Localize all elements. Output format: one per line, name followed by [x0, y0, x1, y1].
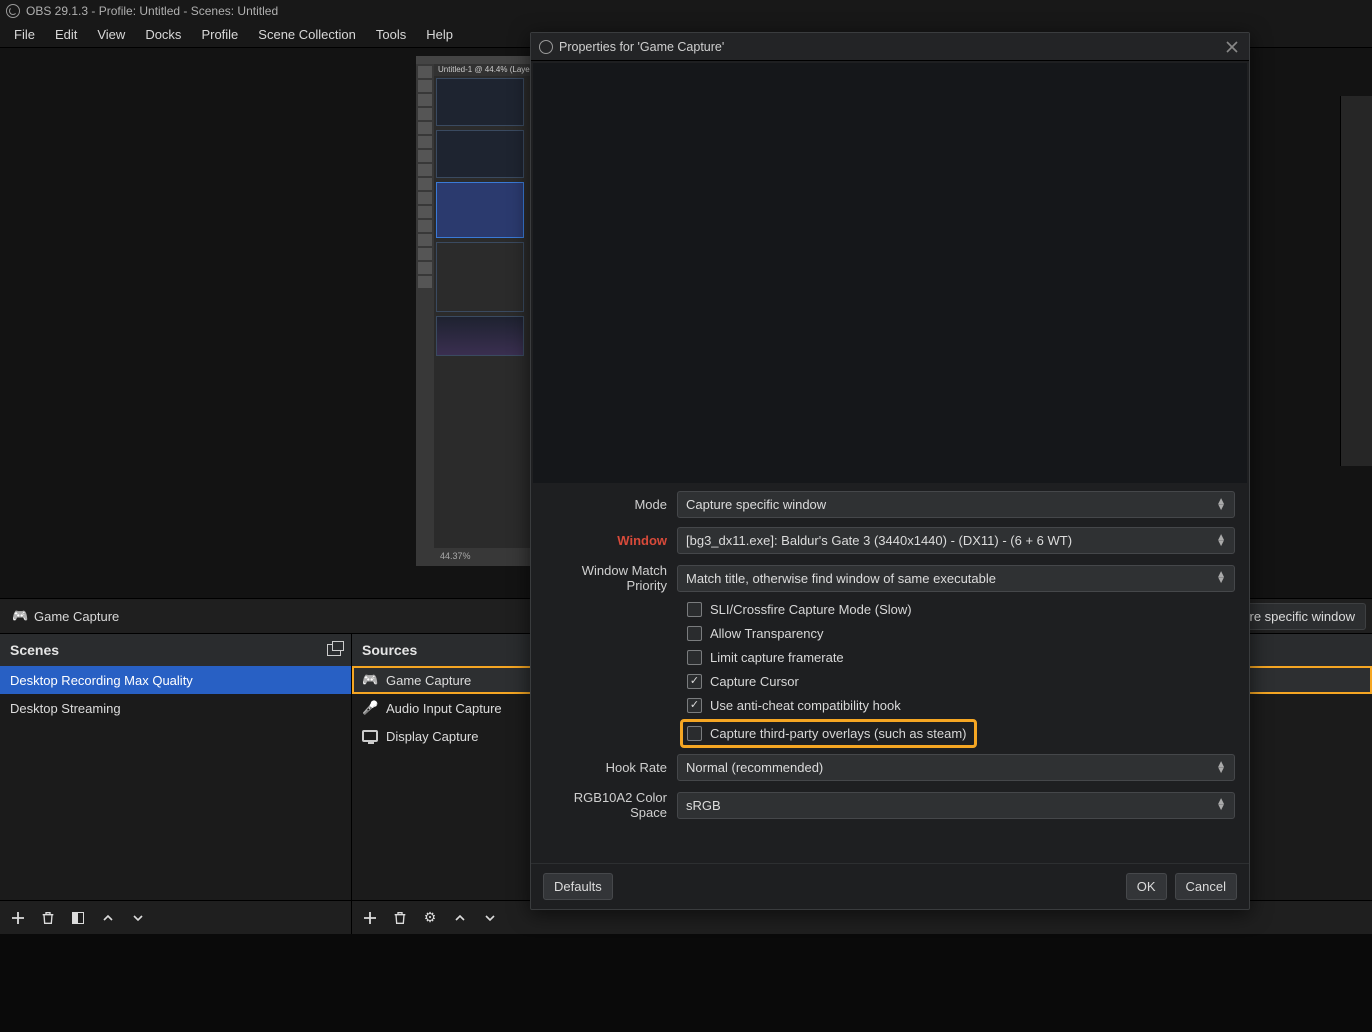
undock-icon[interactable]	[327, 644, 341, 656]
capture-zoom: 44.37%	[440, 551, 471, 561]
move-source-up-button[interactable]	[448, 906, 472, 930]
menu-edit[interactable]: Edit	[45, 23, 87, 46]
priority-label: Window Match Priority	[545, 563, 677, 593]
menu-help[interactable]: Help	[416, 23, 463, 46]
checkbox-limit-framerate[interactable]: Limit capture framerate	[687, 650, 1235, 665]
obs-logo-icon	[6, 4, 20, 18]
obs-logo-icon	[539, 40, 553, 54]
gamepad-icon	[362, 672, 378, 688]
add-scene-button[interactable]	[6, 906, 30, 930]
caret-icon: ▲▼	[1216, 799, 1226, 811]
cancel-button[interactable]: Cancel	[1175, 873, 1237, 900]
window-label: Window	[545, 533, 677, 548]
checkbox-sli[interactable]: SLI/Crossfire Capture Mode (Slow)	[687, 602, 1235, 617]
move-scene-up-button[interactable]	[96, 906, 120, 930]
dialog-preview	[533, 63, 1247, 483]
gamepad-icon	[12, 608, 28, 624]
mode-dropdown[interactable]: Capture specific window▲▼	[677, 491, 1235, 518]
window-dropdown[interactable]: [bg3_dx11.exe]: Baldur's Gate 3 (3440x14…	[677, 527, 1235, 554]
mode-label: Mode	[545, 497, 677, 512]
caret-icon: ▲▼	[1216, 535, 1226, 547]
gear-icon	[424, 909, 437, 926]
hook-dropdown[interactable]: Normal (recommended)▲▼	[677, 754, 1235, 781]
dialog-titlebar[interactable]: Properties for 'Game Capture'	[531, 33, 1249, 61]
colorspace-label: RGB10A2 Color Space	[545, 790, 677, 820]
mic-icon	[362, 700, 378, 716]
menu-tools[interactable]: Tools	[366, 23, 416, 46]
dialog-title: Properties for 'Game Capture'	[559, 40, 724, 54]
right-docked-panel	[1340, 96, 1372, 466]
checkbox-anticheat[interactable]: Use anti-cheat compatibility hook	[687, 698, 1235, 713]
add-source-button[interactable]	[358, 906, 382, 930]
selected-source-label: Game Capture	[6, 604, 125, 628]
defaults-button[interactable]: Defaults	[543, 873, 613, 900]
checkbox-icon	[687, 602, 702, 617]
source-settings-button[interactable]	[418, 906, 442, 930]
menu-view[interactable]: View	[87, 23, 135, 46]
checkbox-icon	[687, 626, 702, 641]
move-scene-down-button[interactable]	[126, 906, 150, 930]
close-button[interactable]	[1223, 38, 1241, 56]
menu-profile[interactable]: Profile	[191, 23, 248, 46]
ok-button[interactable]: OK	[1126, 873, 1167, 900]
checkbox-icon	[687, 726, 702, 741]
menu-scene-collection[interactable]: Scene Collection	[248, 23, 366, 46]
scenes-header: Scenes	[0, 634, 351, 666]
colorspace-dropdown[interactable]: sRGB▲▼	[677, 792, 1235, 819]
caret-icon: ▲▼	[1216, 762, 1226, 774]
checkbox-capture-cursor[interactable]: Capture Cursor	[687, 674, 1235, 689]
menu-file[interactable]: File	[4, 23, 45, 46]
menu-docks[interactable]: Docks	[135, 23, 191, 46]
window-title: OBS 29.1.3 - Profile: Untitled - Scenes:…	[26, 4, 278, 18]
scene-filter-button[interactable]	[66, 906, 90, 930]
checkbox-icon	[687, 674, 702, 689]
delete-scene-button[interactable]	[36, 906, 60, 930]
scenes-panel: Scenes Desktop Recording Max Quality Des…	[0, 634, 352, 934]
checkbox-transparency[interactable]: Allow Transparency	[687, 626, 1235, 641]
delete-source-button[interactable]	[388, 906, 412, 930]
properties-dialog: Properties for 'Game Capture' Mode Captu…	[530, 32, 1250, 910]
caret-icon: ▲▼	[1216, 572, 1226, 584]
checkbox-icon	[687, 650, 702, 665]
filter-icon	[72, 912, 84, 924]
caret-icon: ▲▼	[1216, 499, 1226, 511]
checkbox-third-party-overlays[interactable]: Capture third-party overlays (such as st…	[683, 722, 974, 745]
scene-item[interactable]: Desktop Streaming	[0, 694, 351, 722]
move-source-down-button[interactable]	[478, 906, 502, 930]
display-icon	[362, 730, 378, 742]
scene-item[interactable]: Desktop Recording Max Quality	[0, 666, 351, 694]
hook-label: Hook Rate	[545, 760, 677, 775]
checkbox-icon	[687, 698, 702, 713]
titlebar: OBS 29.1.3 - Profile: Untitled - Scenes:…	[0, 0, 1372, 22]
priority-dropdown[interactable]: Match title, otherwise find window of sa…	[677, 565, 1235, 592]
